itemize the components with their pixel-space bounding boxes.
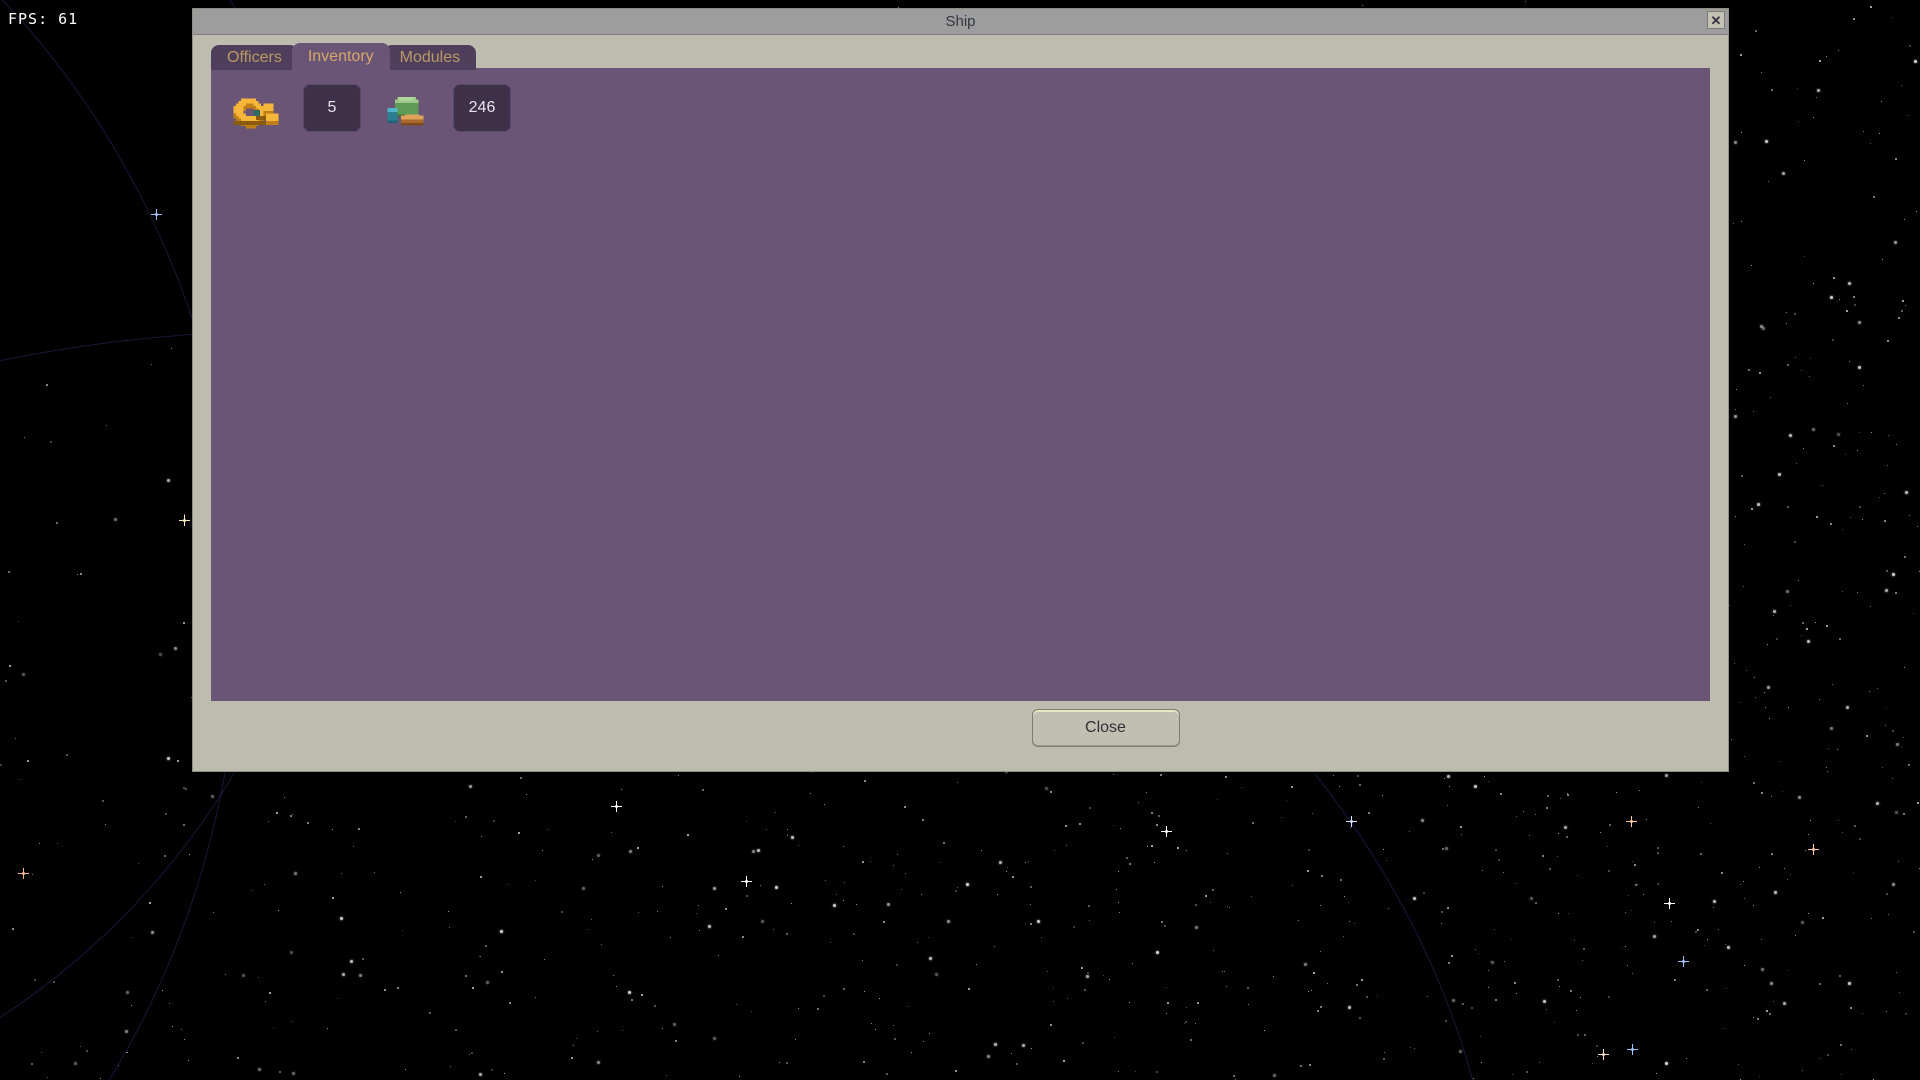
fps-counter: FPS: 61 [8,10,79,28]
tab-label: Modules [399,48,461,66]
window-titlebar: Ship ✕ [193,9,1728,35]
tab-strip: Officers Inventory Modules [211,43,477,70]
resource-units-icon-wrap [373,88,439,128]
bright-star [1808,844,1819,855]
tab-inventory[interactable]: Inventory [291,43,390,70]
close-button[interactable]: Close [1031,709,1180,747]
bright-star [18,868,29,879]
resource-group-resource-units: 246 [373,84,511,132]
resource-value-box: 5 [303,84,361,132]
bright-star [611,801,622,812]
tab-label: Inventory [307,47,374,65]
resource-summary-bar: 5 246 [211,68,1710,148]
bright-star [179,515,190,526]
bright-star [1664,898,1675,909]
bright-star [1346,816,1357,827]
resource-group-credits: 5 [223,84,361,132]
footer-bar: Close [193,709,1728,747]
close-icon[interactable]: ✕ [1707,11,1725,29]
ship-window: Ship ✕ Officers Inventory Modules 5 246 5 C… [192,8,1729,772]
tab-officers[interactable]: Officers [211,45,298,70]
bright-star [1627,1044,1638,1055]
credits-icon-wrap [223,85,289,131]
bright-star [1161,826,1172,837]
bright-star [1598,1049,1609,1060]
bright-star [151,209,162,220]
resource-units-icon [384,88,428,128]
bright-star [1678,956,1689,967]
bright-star [741,876,752,887]
tab-label: Officers [227,48,282,66]
tab-modules[interactable]: Modules [383,45,477,70]
credits-icon [226,85,286,131]
window-title: Ship [945,13,976,30]
resource-value-box: 246 [453,84,511,132]
bright-star [1626,816,1637,827]
inventory-panel: 5 246 [211,68,1710,701]
